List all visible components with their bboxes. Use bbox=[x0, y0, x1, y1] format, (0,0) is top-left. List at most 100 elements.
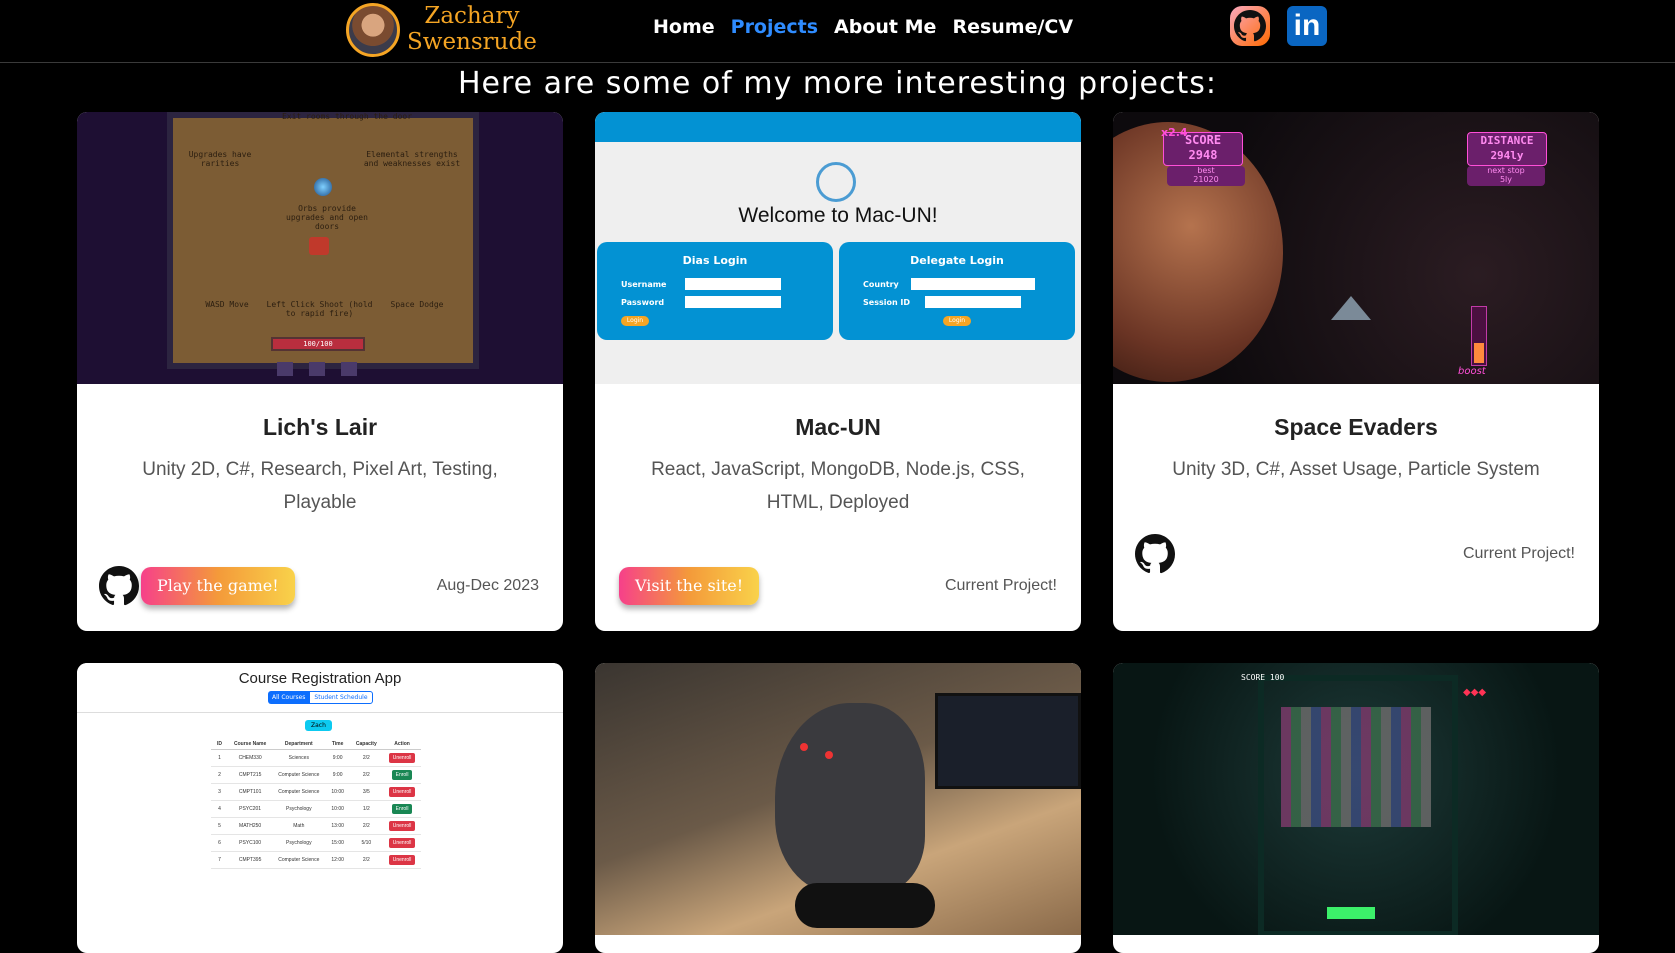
table-cell-wrapper: 15:00 bbox=[325, 834, 350, 852]
table-cell-wrapper: 12:00 bbox=[325, 851, 350, 869]
orb-icon bbox=[314, 178, 332, 196]
table-cell: 2/2 bbox=[362, 823, 370, 829]
user-dropdown[interactable]: Zach bbox=[305, 720, 332, 731]
tab-all-courses[interactable]: All Courses bbox=[268, 691, 310, 704]
nav-link-resume[interactable]: Resume/CV bbox=[952, 16, 1073, 38]
hint-exit: Exit rooms through the door bbox=[281, 112, 413, 121]
table-cell-wrapper: Unenroll bbox=[382, 834, 422, 852]
score-value: 2948 bbox=[1188, 148, 1218, 162]
ability-slot-icon bbox=[277, 362, 293, 376]
table-cell-wrapper: 5/10 bbox=[349, 834, 383, 852]
table-cell-wrapper: 10:00 bbox=[325, 800, 350, 818]
table-cell: 1/2 bbox=[362, 806, 370, 812]
table-cell-wrapper: 2/2 bbox=[349, 851, 383, 869]
table-cell-wrapper: Computer Science bbox=[272, 851, 326, 869]
best-panel: best 21020 bbox=[1167, 166, 1245, 186]
enroll-button[interactable]: Enroll bbox=[391, 770, 413, 780]
best-label: best bbox=[1197, 166, 1215, 175]
session-input[interactable] bbox=[925, 296, 1021, 308]
table-cell: 2/2 bbox=[362, 755, 370, 761]
enroll-button[interactable]: Enroll bbox=[391, 804, 413, 814]
table-cell-wrapper: Enroll bbox=[382, 766, 422, 784]
project-card-brick-game: SCORE 100 ◆◆◆ bbox=[1113, 663, 1599, 953]
divider bbox=[77, 712, 563, 713]
unenroll-button[interactable]: Unenroll bbox=[388, 787, 416, 797]
unenroll-button[interactable]: Unenroll bbox=[388, 838, 416, 848]
table-cell: 10:00 bbox=[331, 806, 344, 812]
project-title: Mac-UN bbox=[795, 414, 881, 440]
welcome-text: Welcome to Mac-UN! bbox=[738, 204, 938, 227]
table-cell-wrapper: 2 bbox=[211, 766, 228, 784]
avatar[interactable] bbox=[346, 3, 400, 57]
github-icon[interactable] bbox=[1230, 6, 1270, 46]
table-cell-wrapper: 10:00 bbox=[325, 783, 350, 801]
table-cell: 1 bbox=[218, 755, 221, 761]
tab-student-schedule[interactable]: Student Schedule bbox=[309, 691, 373, 704]
table-cell-wrapper: 2/2 bbox=[349, 817, 383, 835]
dias-login-button[interactable]: Login bbox=[621, 316, 649, 326]
table-cell: Computer Science bbox=[278, 857, 320, 863]
table-row: 5 MATH250 Math 13:00 2/2 Unenroll bbox=[211, 817, 422, 835]
table-cell-wrapper: 2/2 bbox=[349, 749, 383, 767]
table-cell-wrapper: Unenroll bbox=[382, 749, 422, 767]
table-cell: 2 bbox=[218, 772, 221, 778]
table-cell-wrapper: 3 bbox=[211, 783, 228, 801]
ability-slot-icon bbox=[341, 362, 357, 376]
brick-grid bbox=[1281, 707, 1431, 827]
brand-name[interactable]: Zachary Swensrude bbox=[407, 3, 537, 55]
play-game-button[interactable]: Play the game! bbox=[141, 567, 295, 605]
distance-label: DISTANCE bbox=[1480, 134, 1534, 147]
table-row: 7 CMPT395 Computer Science 12:00 2/2 Unenroll bbox=[211, 851, 422, 869]
nav-link-about[interactable]: About Me bbox=[834, 16, 936, 38]
spaceship-icon bbox=[1331, 296, 1371, 320]
table-row: 1 CHEM330 Sciences 9:00 2/2 Unenroll bbox=[211, 749, 422, 767]
nav-link-projects[interactable]: Projects bbox=[731, 16, 818, 38]
linkedin-icon[interactable]: in bbox=[1287, 6, 1327, 46]
github-icon[interactable] bbox=[99, 566, 140, 606]
mac-un-screenshot: Welcome to Mac-UN! Dias Login Username P… bbox=[595, 112, 1081, 384]
paddle bbox=[1327, 907, 1375, 919]
password-input[interactable] bbox=[685, 296, 781, 308]
table-cell-wrapper: 9:00 bbox=[325, 766, 350, 784]
project-card-space-evaders: SCORE 2948 x2.4 best 21020 DISTANCE 294l… bbox=[1113, 112, 1599, 631]
github-icon[interactable] bbox=[1135, 534, 1176, 574]
dias-login-panel: Dias Login Username Password Login bbox=[597, 242, 833, 340]
table-cell-wrapper: CMPT215 bbox=[228, 766, 273, 784]
username-input[interactable] bbox=[685, 278, 781, 290]
hint-shoot: Left Click Shoot (hold to rapid fire) bbox=[266, 300, 373, 318]
project-tags: React, JavaScript, MongoDB, Node.js, CSS… bbox=[651, 459, 1025, 513]
visit-site-button[interactable]: Visit the site! bbox=[619, 567, 760, 605]
project-card-mac-un: Welcome to Mac-UN! Dias Login Username P… bbox=[595, 112, 1081, 631]
unenroll-button[interactable]: Unenroll bbox=[388, 855, 416, 865]
table-cell: Computer Science bbox=[278, 789, 320, 795]
table-cell-wrapper: PSYC100 bbox=[228, 834, 273, 852]
brand-last-name: Swensrude bbox=[407, 29, 537, 55]
course-table: ID Course Name Department Time Capacity Actio… bbox=[211, 739, 422, 869]
password-label: Password bbox=[621, 298, 665, 307]
table-cell-wrapper: CHEM330 bbox=[228, 749, 273, 767]
brick-game-screenshot: SCORE 100 ◆◆◆ bbox=[1113, 663, 1599, 935]
un-logo-icon bbox=[816, 162, 856, 202]
nav-link-home[interactable]: Home bbox=[653, 16, 715, 38]
boost-meter-fill bbox=[1474, 343, 1484, 363]
project-date: Aug-Dec 2023 bbox=[436, 577, 539, 594]
table-row: 4 PSYC201 Psychology 10:00 1/2 Enroll bbox=[211, 800, 422, 818]
project-tags: Unity 3D, C#, Asset Usage, Particle Syst… bbox=[1172, 459, 1540, 480]
project-title: Space Evaders bbox=[1274, 414, 1438, 440]
table-cell: 2/2 bbox=[362, 772, 370, 778]
space-evaders-screenshot: SCORE 2948 x2.4 best 21020 DISTANCE 294l… bbox=[1113, 112, 1599, 384]
country-select[interactable] bbox=[911, 278, 1035, 290]
table-header: Capacity bbox=[349, 739, 383, 750]
table-cell: 12:00 bbox=[331, 857, 344, 863]
unenroll-button[interactable]: Unenroll bbox=[388, 753, 416, 763]
table-cell: CHEM330 bbox=[238, 755, 262, 761]
hint-upgrades: Upgrades have rarities bbox=[188, 150, 252, 168]
unenroll-button[interactable]: Unenroll bbox=[388, 821, 416, 831]
table-cell: CMPT395 bbox=[238, 857, 262, 863]
table-cell-wrapper: Psychology bbox=[272, 834, 326, 852]
brand-first-name: Zachary bbox=[424, 3, 520, 29]
multiplier-text: x2.4 bbox=[1161, 126, 1188, 139]
delegate-login-button[interactable]: Login bbox=[943, 316, 971, 326]
table-cell-wrapper: 7 bbox=[211, 851, 228, 869]
table-cell-wrapper: PSYC201 bbox=[228, 800, 273, 818]
